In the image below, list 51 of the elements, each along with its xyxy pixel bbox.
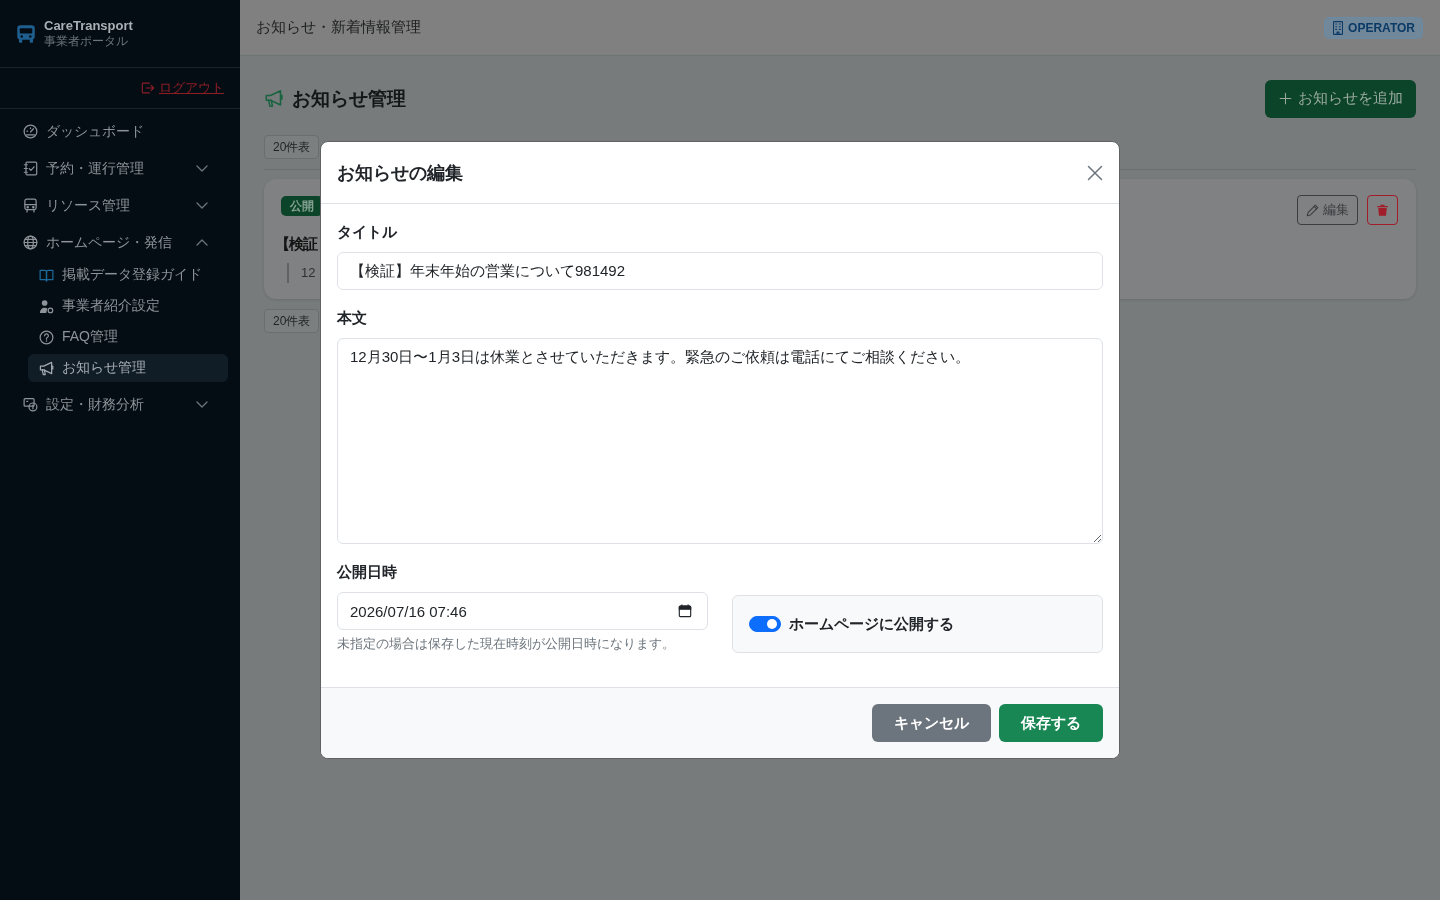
modal-title: お知らせの編集 — [337, 161, 463, 185]
book-icon — [39, 267, 54, 283]
sidebar-item[interactable]: ダッシュボード — [12, 113, 228, 150]
sidebar-item[interactable]: 設定・財務分析 — [12, 386, 228, 423]
toggle-label: ホームページに公開する — [789, 614, 954, 634]
page-size-button[interactable]: 20件表 — [264, 309, 320, 333]
toggle-switch[interactable] — [749, 616, 781, 632]
plus-icon — [1279, 92, 1292, 105]
add-notice-button[interactable]: お知らせを追加 — [1265, 79, 1416, 118]
status-badge: 公開 — [281, 196, 323, 216]
globe-icon — [23, 235, 38, 250]
sidebar-subitem[interactable]: FAQ管理 — [28, 323, 228, 351]
sidebar-item[interactable]: ホームページ・発信 — [12, 224, 228, 261]
field-label: 公開日時 — [337, 562, 398, 582]
logout-icon — [141, 81, 155, 95]
field-label: タイトル — [337, 222, 398, 242]
brand-name: CareTransport — [44, 18, 133, 34]
close-button[interactable] — [1087, 164, 1103, 181]
trash-icon — [1376, 203, 1389, 217]
help-text: 未指定の場合は保存した現在時刻が公開日時になります。 — [337, 635, 676, 653]
sidebar-subitem[interactable]: 事業者紹介設定 — [28, 292, 228, 320]
cash-coin-icon — [23, 397, 38, 412]
cancel-button[interactable]: キャンセル — [872, 704, 991, 742]
calendar-icon — [678, 604, 692, 618]
sidebar-subitem[interactable]: お知らせ管理 — [28, 354, 228, 382]
bus-icon — [23, 198, 38, 213]
question-circle-icon — [39, 329, 54, 345]
sidebar-subitem[interactable]: 掲載データ登録ガイド — [28, 261, 228, 289]
notice-title: 【検証 — [275, 234, 317, 254]
field-label: 本文 — [337, 308, 368, 328]
page-title: お知らせ管理 — [292, 86, 406, 111]
megaphone-icon — [39, 360, 54, 376]
text-area[interactable]: 12月30日〜1月3日は休業とさせていただきます。緊急のご依頼は電話にてご相談ください。 — [337, 338, 1103, 544]
person-gear-icon — [39, 298, 54, 314]
megaphone-icon — [264, 89, 284, 108]
gauge-icon — [23, 124, 38, 139]
page-size-button[interactable]: 20件表 — [264, 135, 320, 159]
checklist-icon — [23, 161, 38, 176]
sidebar-item[interactable]: リソース管理 — [12, 187, 228, 224]
bus-icon — [16, 23, 36, 44]
brand-subtitle: 事業者ポータル — [44, 34, 129, 49]
text-input[interactable]: 【検証】年末年始の営業について981492 — [337, 252, 1103, 290]
sidebar-item[interactable]: 予約・運行管理 — [12, 150, 228, 187]
date-time-input[interactable]: 2026/07/16 07:46 — [337, 592, 708, 630]
notice-excerpt: 12 — [287, 263, 316, 283]
building-icon — [1333, 20, 1344, 35]
role-label: OPERATOR — [1348, 20, 1415, 35]
close-icon — [1087, 164, 1103, 181]
page-header-title: お知らせ・新着情報管理 — [256, 18, 421, 37]
save-button[interactable]: 保存する — [999, 704, 1103, 742]
pencil-icon — [1306, 203, 1319, 217]
